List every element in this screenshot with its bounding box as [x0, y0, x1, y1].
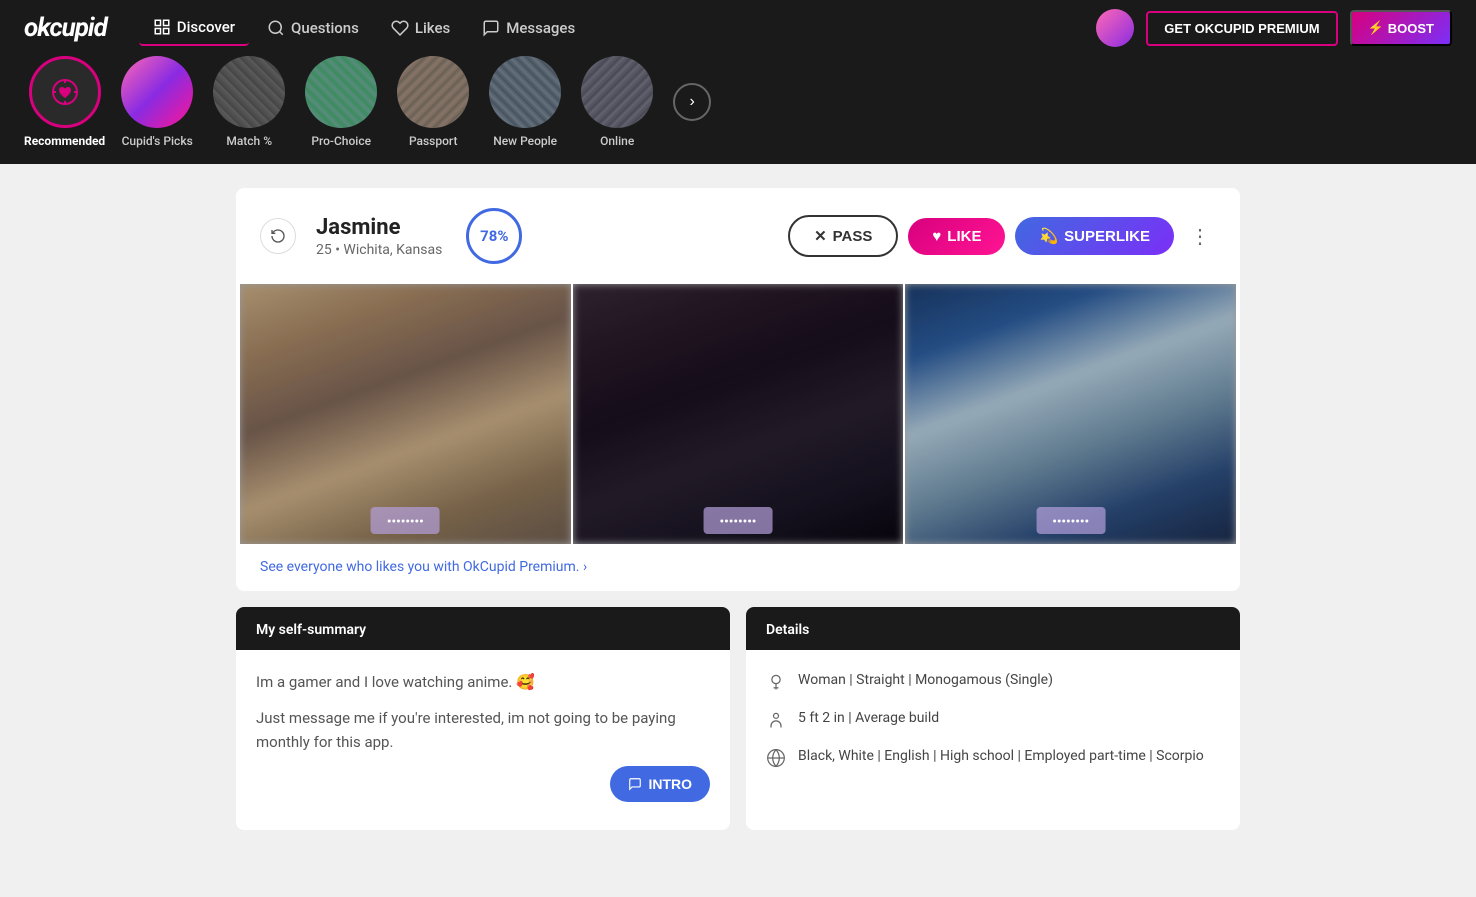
photo-2[interactable]: ••••••••	[573, 284, 904, 544]
premium-button[interactable]: GET OKCUPID PREMIUM	[1146, 11, 1337, 46]
nav-discover[interactable]: Discover	[139, 10, 249, 46]
category-label-match: Match %	[226, 134, 272, 148]
more-options-button[interactable]: ⋮	[1184, 220, 1216, 252]
category-label-new-people: New People	[493, 134, 557, 148]
category-thumb-recommended	[29, 56, 101, 128]
nav-questions[interactable]: Questions	[253, 11, 373, 45]
top-nav: okcupid Discover Questions Likes Message…	[0, 0, 1476, 56]
category-thumb-passport	[397, 56, 469, 128]
detail-height-text: 5 ft 2 in | Average build	[798, 708, 939, 729]
message-nav-icon	[482, 19, 500, 37]
detail-height-row: 5 ft 2 in | Average build	[766, 708, 1220, 730]
photo-2-overlay: ••••••••	[704, 507, 773, 534]
nav-messages[interactable]: Messages	[468, 11, 589, 45]
self-summary-header: My self-summary	[236, 607, 730, 650]
category-pro-choice[interactable]: Pro-Choice	[301, 56, 381, 148]
category-recommended[interactable]: Recommended	[24, 56, 105, 148]
profile-age-location: 25 • Wichita, Kansas	[316, 242, 442, 258]
category-thumb-pro-choice	[305, 56, 377, 128]
refresh-icon	[270, 228, 286, 244]
detail-ethnicity-text: Black, White | English | High school | E…	[798, 746, 1204, 767]
profile-name-block: Jasmine 25 • Wichita, Kansas	[316, 215, 442, 258]
category-thumb-cupids-picks	[121, 56, 193, 128]
sun-heart-icon	[49, 76, 81, 108]
details-title: Details	[766, 622, 809, 638]
details-row: My self-summary Im a gamer and I love wa…	[236, 607, 1240, 830]
category-online[interactable]: Online	[577, 56, 657, 148]
action-buttons: ✕ PASS ♥ LIKE 💫 SUPERLIKE ⋮	[788, 215, 1216, 257]
superlike-icon: 💫	[1039, 227, 1058, 245]
category-cupids-picks[interactable]: Cupid's Picks	[117, 56, 197, 148]
premium-prompt-link[interactable]: See everyone who likes you with OkCupid …	[260, 559, 587, 575]
details-header: Details	[746, 607, 1240, 650]
detail-ethnicity-row: Black, White | English | High school | E…	[766, 746, 1220, 768]
summary-text: Im a gamer and I love watching anime. 🥰 …	[256, 670, 710, 754]
category-match[interactable]: Match %	[209, 56, 289, 148]
intro-button-wrap: INTRO	[256, 766, 710, 810]
profile-card: Jasmine 25 • Wichita, Kansas 78% ✕ PASS …	[236, 188, 1240, 591]
heart-nav-icon	[391, 19, 409, 37]
logo[interactable]: okcupid	[24, 13, 107, 43]
chat-icon	[628, 777, 642, 791]
superlike-button[interactable]: 💫 SUPERLIKE	[1015, 217, 1174, 255]
user-avatar[interactable]	[1096, 9, 1134, 47]
photo-1[interactable]: ••••••••	[240, 284, 571, 544]
height-icon	[766, 710, 786, 730]
detail-gender-row: Woman | Straight | Monogamous (Single)	[766, 670, 1220, 692]
category-label-passport: Passport	[409, 134, 458, 148]
category-bar: Recommended Cupid's Picks Match % Pro-Ch…	[0, 56, 1476, 164]
boost-lightning-icon: ⚡	[1368, 20, 1384, 36]
intro-button[interactable]: INTRO	[610, 766, 710, 802]
match-percent: 78%	[480, 227, 508, 245]
match-circle: 78%	[466, 208, 522, 264]
photos-grid: •••••••• •••••••• ••••••••	[236, 284, 1240, 544]
category-thumb-match	[213, 56, 285, 128]
nav-bar: Discover Questions Likes Messages	[139, 10, 589, 46]
globe-icon	[766, 748, 786, 768]
photo-3-overlay: ••••••••	[1036, 507, 1105, 534]
self-summary-card: My self-summary Im a gamer and I love wa…	[236, 607, 730, 830]
main-content: Jasmine 25 • Wichita, Kansas 78% ✕ PASS …	[188, 164, 1288, 854]
profile-header: Jasmine 25 • Wichita, Kansas 78% ✕ PASS …	[236, 188, 1240, 284]
pass-button[interactable]: ✕ PASS	[788, 215, 898, 257]
category-thumb-new-people	[489, 56, 561, 128]
nav-likes[interactable]: Likes	[377, 11, 464, 45]
gender-icon	[766, 672, 786, 692]
profile-name: Jasmine	[316, 215, 442, 240]
heart-icon: ♥	[932, 228, 941, 245]
photo-3[interactable]: ••••••••	[905, 284, 1236, 544]
self-summary-title: My self-summary	[256, 622, 366, 638]
photo-1-overlay: ••••••••	[371, 507, 440, 534]
x-icon: ✕	[814, 227, 827, 245]
refresh-button[interactable]	[260, 218, 296, 254]
category-thumb-online	[581, 56, 653, 128]
header-right: GET OKCUPID PREMIUM ⚡ BOOST	[1096, 9, 1452, 47]
category-label-recommended: Recommended	[24, 134, 105, 148]
boost-button[interactable]: ⚡ BOOST	[1350, 10, 1452, 46]
questions-icon	[267, 19, 285, 37]
premium-prompt: See everyone who likes you with OkCupid …	[236, 544, 1240, 591]
self-summary-body: Im a gamer and I love watching anime. 🥰 …	[236, 650, 730, 830]
category-next-button[interactable]: ›	[673, 83, 711, 121]
category-label-online: Online	[600, 134, 634, 148]
category-new-people[interactable]: New People	[485, 56, 565, 148]
category-label-pro-choice: Pro-Choice	[311, 134, 371, 148]
details-body: Woman | Straight | Monogamous (Single) 5…	[746, 650, 1240, 804]
category-label-cupids-picks: Cupid's Picks	[122, 134, 193, 148]
category-passport[interactable]: Passport	[393, 56, 473, 148]
detail-gender-text: Woman | Straight | Monogamous (Single)	[798, 670, 1053, 691]
discover-icon	[153, 18, 171, 36]
details-card: Details Woman | Straight | Monogamous (S…	[746, 607, 1240, 830]
like-button[interactable]: ♥ LIKE	[908, 218, 1005, 255]
